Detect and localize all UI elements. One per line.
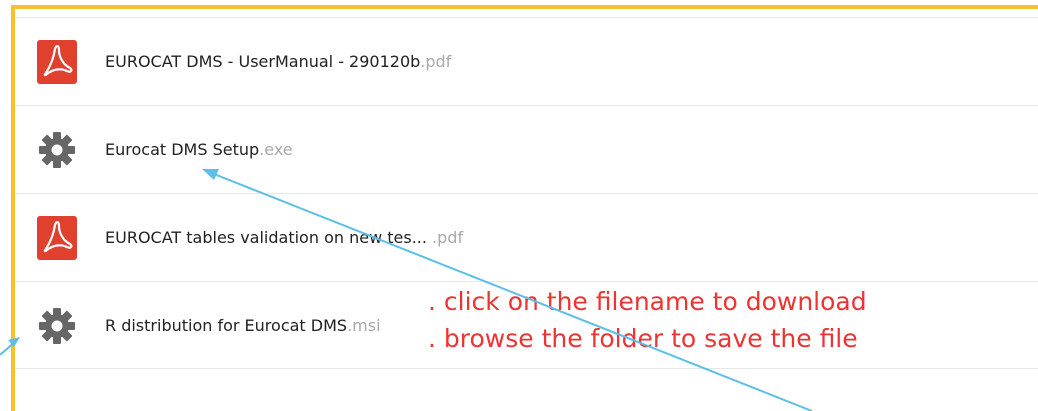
file-extension: .msi xyxy=(347,316,381,335)
pdf-icon xyxy=(37,40,77,84)
file-name-link[interactable]: EUROCAT DMS - UserManual - 290120b.pdf xyxy=(105,18,451,106)
gear-icon xyxy=(39,132,75,168)
gear-icon xyxy=(39,308,75,344)
file-extension: .pdf xyxy=(426,228,464,247)
file-name-link[interactable]: Eurocat DMS Setup.exe xyxy=(105,106,293,194)
file-name-link[interactable]: R distribution for Eurocat DMS.msi xyxy=(105,282,381,370)
file-name[interactable]: EUROCAT tables validation on new tes... xyxy=(105,228,427,247)
file-name-link[interactable]: EUROCAT tables validation on new tes... … xyxy=(105,194,463,282)
instruction-line-2: . browse the folder to save the file xyxy=(428,324,858,353)
file-name[interactable]: Eurocat DMS Setup xyxy=(105,140,259,159)
list-item-file[interactable]: EUROCAT DMS - UserManual - 290120b.pdf xyxy=(15,17,1038,105)
file-name[interactable]: R distribution for Eurocat DMS xyxy=(105,316,347,335)
instruction-line-1: . click on the filename to download xyxy=(428,287,867,316)
list-item-file[interactable]: EUROCAT tables validation on new tes... … xyxy=(15,193,1038,281)
pdf-icon xyxy=(37,216,77,260)
file-extension: .exe xyxy=(259,140,293,159)
list-item-file[interactable]: Eurocat DMS Setup.exe xyxy=(15,105,1038,193)
file-name[interactable]: EUROCAT DMS - UserManual - 290120b xyxy=(105,52,420,71)
instruction-annotation: . click on the filename to download . br… xyxy=(428,283,867,357)
file-extension: .pdf xyxy=(420,52,452,71)
